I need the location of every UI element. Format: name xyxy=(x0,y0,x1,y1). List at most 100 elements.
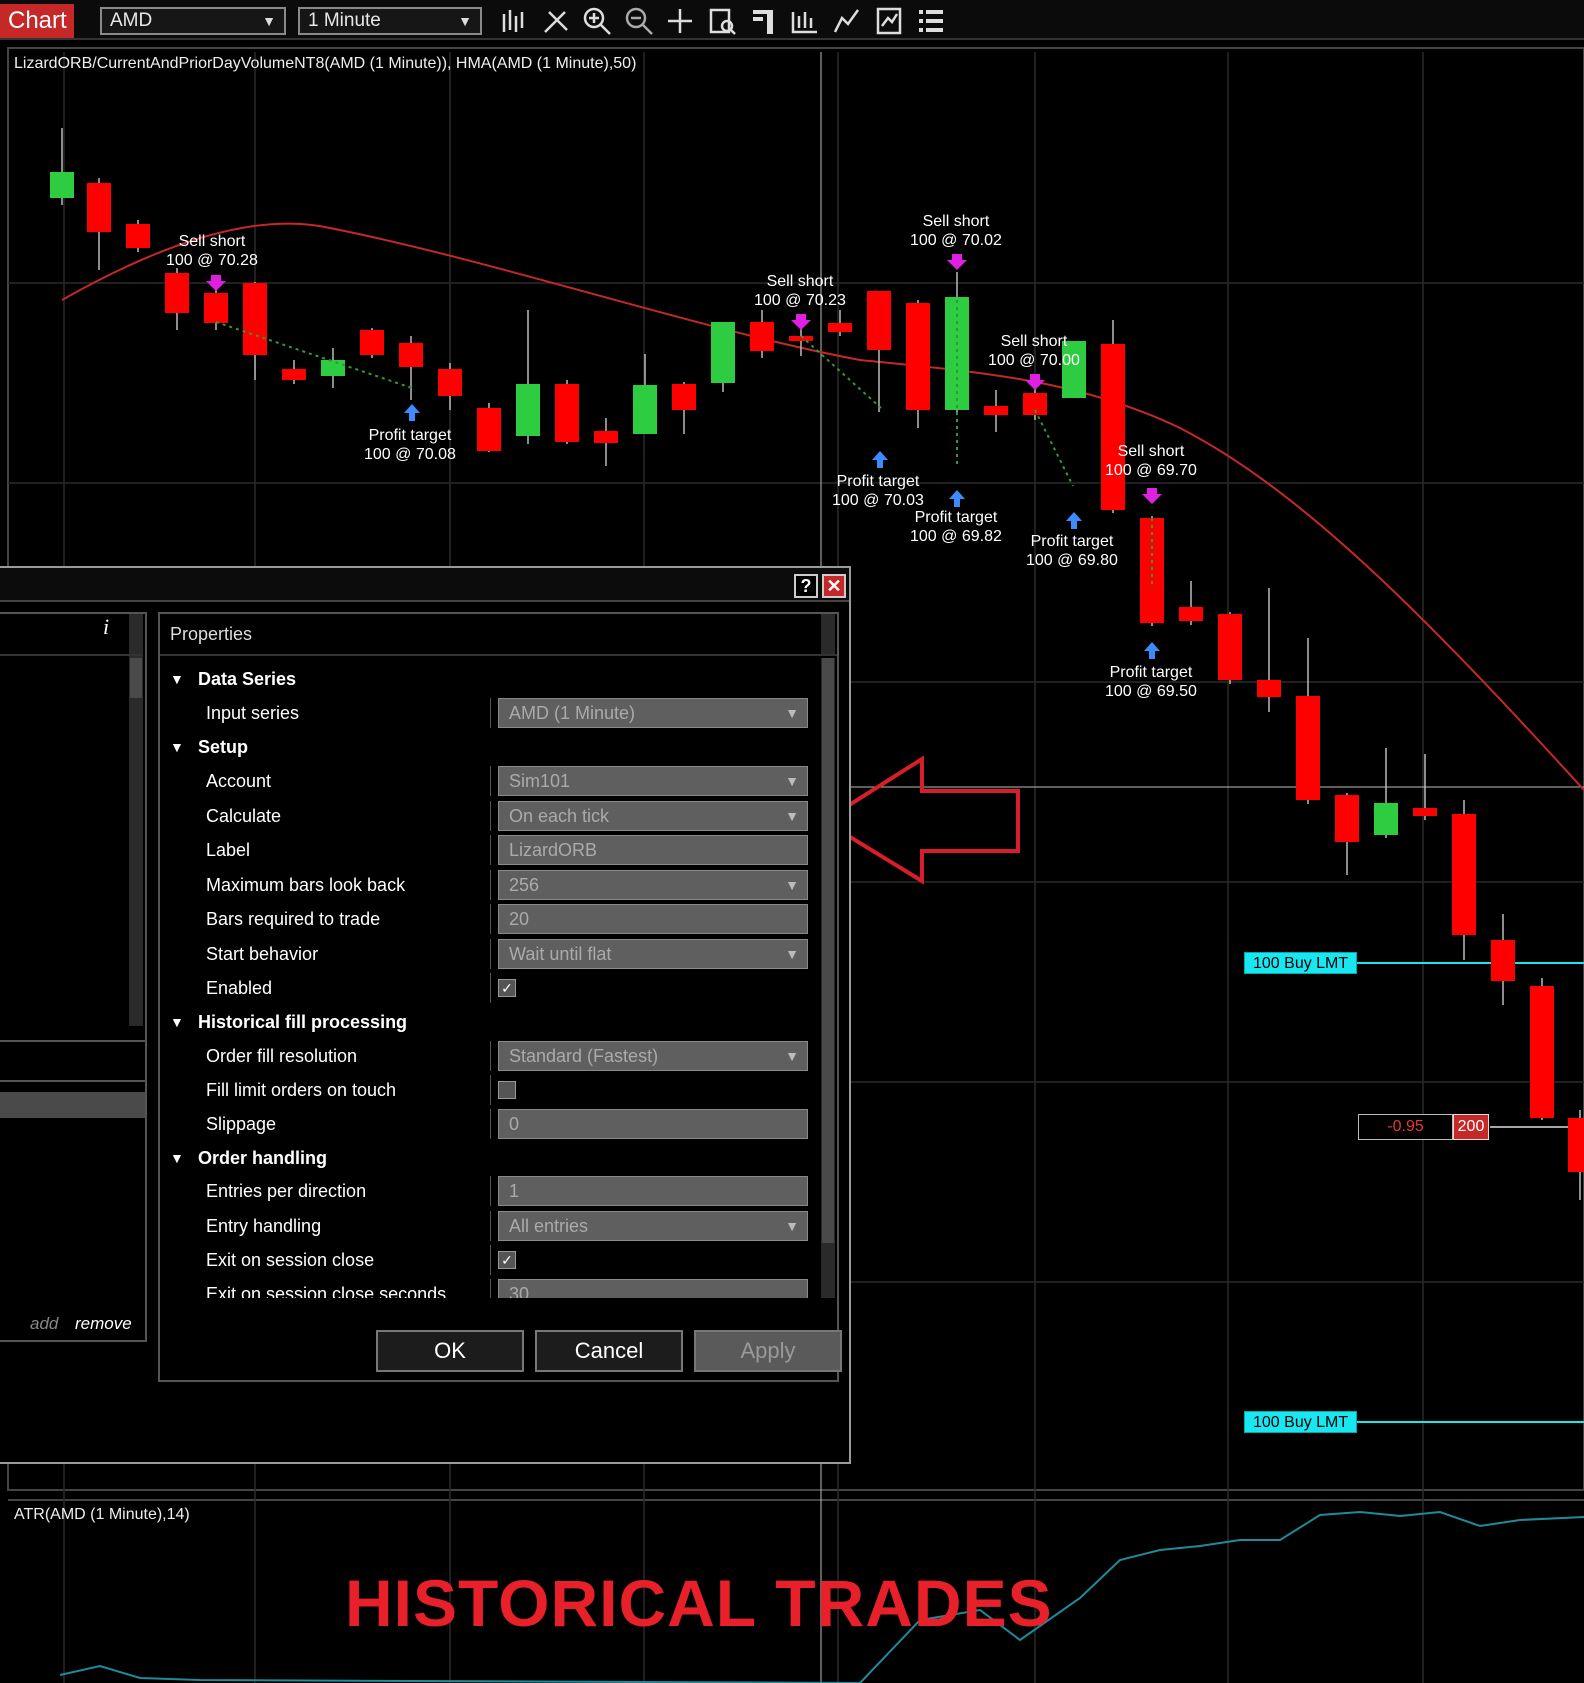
position-quantity[interactable]: 200 xyxy=(1453,1114,1489,1140)
list-scrollbar[interactable] xyxy=(129,656,143,1026)
expand-triangle-icon: ▼ xyxy=(170,1014,184,1030)
up-candle xyxy=(1374,803,1398,835)
up-candle xyxy=(321,360,345,376)
profit-exit-arrow xyxy=(1066,512,1082,529)
profit-exit-arrow xyxy=(949,490,965,507)
down-candle xyxy=(126,224,150,248)
property-account: Account Sim101 ▼ xyxy=(160,764,820,798)
trade-label: Sell short 100 @ 70.02 xyxy=(910,213,1002,249)
down-candle xyxy=(438,369,462,396)
sell-entry-arrow xyxy=(206,275,226,291)
sell-entry-arrow xyxy=(1142,488,1162,504)
property-max-bars: Maximum bars look back 256 ▼ xyxy=(160,868,820,902)
sell-entry-arrow xyxy=(791,314,811,330)
info-icon[interactable]: i xyxy=(103,614,109,640)
down-candle xyxy=(399,343,423,367)
down-candle xyxy=(1491,940,1515,981)
max-bars-select[interactable]: 256 ▼ xyxy=(498,870,808,900)
down-candle xyxy=(1296,696,1320,800)
add-button[interactable]: add xyxy=(30,1314,58,1334)
category-order-handling[interactable]: ▼ Order handling xyxy=(160,1141,820,1175)
profit-exit-arrow xyxy=(1144,642,1160,659)
up-candle xyxy=(633,385,657,434)
expand-triangle-icon: ▼ xyxy=(170,1150,184,1166)
help-button[interactable]: ? xyxy=(794,574,818,598)
down-candle xyxy=(1452,814,1476,935)
atr-panel-title: ATR(AMD (1 Minute),14) xyxy=(14,1506,190,1523)
down-candle xyxy=(1335,795,1359,842)
category-setup[interactable]: ▼ Setup xyxy=(160,730,820,764)
trade-label: Sell short 100 @ 70.23 xyxy=(754,273,846,309)
property-order-fill: Order fill resolution Standard (Fastest) ▼ xyxy=(160,1039,820,1073)
input-series-select[interactable]: AMD (1 Minute) ▼ xyxy=(498,698,808,728)
property-enabled: Enabled ✓ xyxy=(160,971,820,1005)
down-candle xyxy=(1218,614,1242,680)
up-candle xyxy=(516,384,540,436)
exit-seconds-input[interactable]: 30 xyxy=(498,1279,808,1298)
down-candle xyxy=(984,406,1008,415)
properties-scroll-thumb[interactable] xyxy=(822,658,834,1243)
price-panel-title: LizardORB/CurrentAndPriorDayVolumeNT8(AM… xyxy=(14,55,637,72)
buy-limit-order-tag[interactable]: 100 Buy LMT xyxy=(1244,952,1358,974)
trade-label: Profit target 100 @ 69.82 xyxy=(910,509,1002,545)
trade-connector xyxy=(1034,409,1074,487)
down-candle xyxy=(750,322,774,351)
property-input-series: Input series AMD (1 Minute) ▼ xyxy=(160,696,820,730)
trade-label: Sell short 100 @ 70.28 xyxy=(166,233,258,269)
property-calculate: Calculate On each tick ▼ xyxy=(160,799,820,833)
property-exit-session: Exit on session close ✓ xyxy=(160,1243,820,1277)
property-start-behavior: Start behavior Wait until flat ▼ xyxy=(160,937,820,971)
order-fill-select[interactable]: Standard (Fastest) ▼ xyxy=(498,1041,808,1071)
down-candle xyxy=(1413,808,1437,816)
expand-triangle-icon: ▼ xyxy=(170,739,184,755)
list-scroll-thumb[interactable] xyxy=(130,658,142,698)
profit-exit-arrow xyxy=(404,404,420,421)
label-input[interactable]: LizardORB xyxy=(498,835,808,865)
ok-button[interactable]: OK xyxy=(376,1330,524,1372)
down-candle xyxy=(672,384,696,410)
entries-input[interactable]: 1 xyxy=(498,1176,808,1206)
list-item-selected[interactable] xyxy=(0,1092,145,1118)
trade-label: Sell short 100 @ 70.00 xyxy=(988,333,1080,369)
property-grid: ▼ Data Series Input series AMD (1 Minute) ▼… xyxy=(160,658,822,1298)
property-entry-handling: Entry handling All entries ▼ xyxy=(160,1209,820,1243)
chevron-down-icon: ▼ xyxy=(785,877,799,893)
sell-entry-arrow xyxy=(1025,374,1045,390)
chevron-down-icon: ▼ xyxy=(785,946,799,962)
remove-button[interactable]: remove xyxy=(75,1314,132,1334)
down-candle xyxy=(1568,1118,1584,1172)
category-historical-fill[interactable]: ▼ Historical fill processing xyxy=(160,1005,820,1039)
dialog-title-bar[interactable]: ? ✕ xyxy=(0,568,849,602)
down-candle xyxy=(906,303,930,410)
close-button[interactable]: ✕ xyxy=(822,574,846,598)
fill-limit-checkbox[interactable] xyxy=(498,1081,516,1099)
expand-triangle-icon: ▼ xyxy=(170,671,184,687)
list-scroll-arrows[interactable] xyxy=(129,614,143,654)
property-label: Label LizardORB xyxy=(160,833,820,867)
down-candle xyxy=(165,273,189,313)
exit-session-checkbox[interactable]: ✓ xyxy=(498,1251,516,1269)
apply-button[interactable]: Apply xyxy=(694,1330,842,1372)
cancel-button[interactable]: Cancel xyxy=(535,1330,683,1372)
start-behavior-select[interactable]: Wait until flat ▼ xyxy=(498,939,808,969)
down-candle xyxy=(204,293,228,323)
category-data-series[interactable]: ▼ Data Series xyxy=(160,662,820,696)
down-candle xyxy=(282,369,306,380)
trade-label: Profit target 100 @ 69.80 xyxy=(1026,533,1118,569)
account-select[interactable]: Sim101 ▼ xyxy=(498,766,808,796)
down-candle xyxy=(1530,986,1554,1118)
strategy-list-pane: i add remove xyxy=(0,612,147,1342)
enabled-checkbox[interactable]: ✓ xyxy=(498,979,516,997)
chevron-down-icon: ▼ xyxy=(785,773,799,789)
profit-exit-arrow xyxy=(872,451,888,468)
property-entries-per-direction: Entries per direction 1 xyxy=(160,1174,820,1208)
buy-limit-order-tag[interactable]: 100 Buy LMT xyxy=(1244,1411,1358,1433)
strategies-dialog: ? ✕ i add remove Properties ▼ Data Series… xyxy=(0,566,851,1464)
bars-required-input[interactable]: 20 xyxy=(498,904,808,934)
down-candle xyxy=(555,384,579,442)
ninjatrader-chart-window: { "toolbar": { "chart_tab": "Chart", "in… xyxy=(0,0,1584,1683)
calculate-select[interactable]: On each tick ▼ xyxy=(498,801,808,831)
properties-scroll-arrows[interactable] xyxy=(821,614,835,654)
entry-handling-select[interactable]: All entries ▼ xyxy=(498,1211,808,1241)
slippage-input[interactable]: 0 xyxy=(498,1109,808,1139)
